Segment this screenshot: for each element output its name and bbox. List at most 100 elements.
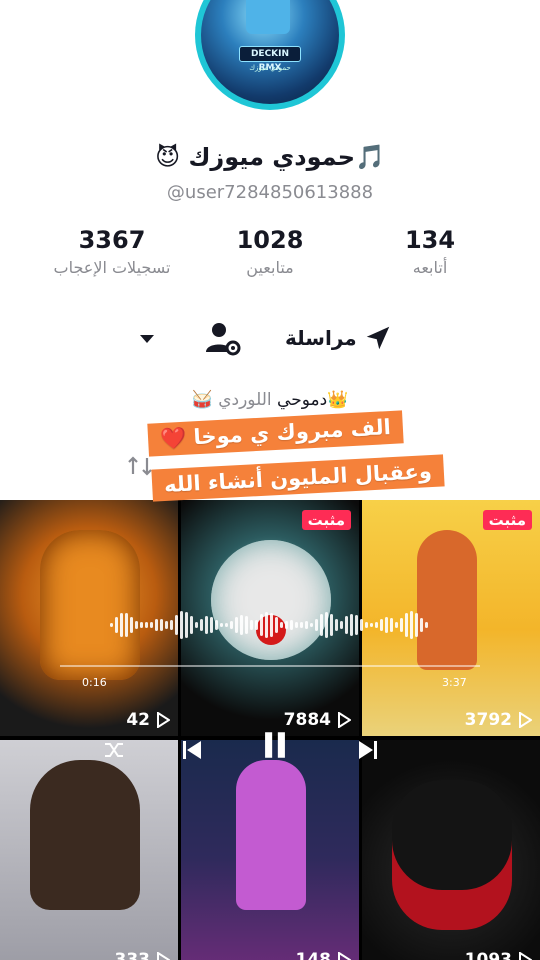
waveform-bar bbox=[320, 614, 323, 636]
avatar-figure-body bbox=[246, 0, 290, 34]
waveform-bar bbox=[200, 618, 203, 632]
stat-followers-value: 1028 bbox=[236, 226, 304, 254]
waveform-bar bbox=[245, 615, 248, 635]
waveform-bar bbox=[210, 617, 213, 633]
waveform-bar bbox=[240, 614, 243, 636]
waveform-bar bbox=[360, 619, 363, 631]
waveform-bar bbox=[180, 611, 183, 639]
play-icon bbox=[338, 952, 351, 960]
username: @user7284850613888 bbox=[166, 182, 374, 203]
profile-avatar[interactable]: DECKIN RMX حمودي ميوزك bbox=[195, 0, 345, 110]
waveform-bar bbox=[285, 620, 288, 630]
user-settings-button[interactable] bbox=[203, 318, 243, 358]
avatar-sub-text: حمودي ميوزك bbox=[249, 64, 291, 72]
cartoon-thumbnail-art bbox=[417, 530, 477, 670]
waveform-bar bbox=[275, 616, 278, 634]
audio-waveform bbox=[110, 610, 430, 640]
avatar-brand-text: DECKIN RMX bbox=[239, 46, 301, 73]
congrats-banner-line2: وعقبال المليون أنشاء الله bbox=[151, 454, 445, 502]
avatar-image: DECKIN RMX حمودي ميوزك bbox=[201, 0, 339, 104]
waveform-bar bbox=[120, 613, 123, 637]
waveform-bar bbox=[350, 613, 353, 637]
pause-icon[interactable] bbox=[258, 728, 292, 762]
waveform-bar bbox=[170, 619, 173, 631]
play-icon bbox=[157, 952, 170, 960]
view-count: 3792 bbox=[465, 710, 532, 730]
stat-following[interactable]: 134 أتابعه bbox=[345, 226, 515, 277]
waveform-bar bbox=[315, 618, 318, 632]
video-tile[interactable]: 1093 bbox=[362, 740, 540, 960]
waveform-bar bbox=[280, 621, 283, 629]
waveform-bar bbox=[390, 618, 393, 632]
stat-following-label: أتابعه bbox=[412, 258, 448, 277]
waveform-bar bbox=[355, 615, 358, 635]
profile-bio: 👑دموحي اللوردي 🥁 bbox=[0, 390, 540, 410]
play-icon bbox=[519, 952, 532, 960]
more-dropdown-button[interactable] bbox=[135, 326, 159, 350]
send-icon bbox=[366, 326, 389, 350]
video-tile[interactable]: 148 bbox=[181, 740, 359, 960]
waveform-bar bbox=[115, 616, 118, 634]
waveform-bar bbox=[250, 619, 253, 631]
waveform-bar bbox=[160, 618, 163, 632]
waveform-bar bbox=[140, 622, 143, 628]
waveform-bar bbox=[425, 622, 428, 628]
waveform-bar bbox=[340, 621, 343, 629]
user-gear-icon bbox=[206, 323, 241, 356]
stat-followers-label: متابعين bbox=[246, 258, 294, 277]
waveform-bar bbox=[260, 614, 263, 636]
play-icon bbox=[157, 712, 170, 728]
total-time: 3:37 bbox=[442, 676, 467, 689]
playback-progress-bar[interactable] bbox=[60, 665, 480, 667]
waveform-bar bbox=[190, 616, 193, 634]
bio-suffix: 🥁 bbox=[191, 390, 219, 410]
view-count: 333 bbox=[114, 950, 170, 960]
message-button-label: مراسلة bbox=[285, 326, 357, 350]
congrats-banner-line1: الف مبروك ي موخا ❤️ bbox=[147, 410, 404, 457]
waveform-bar bbox=[175, 614, 178, 636]
view-count-value: 1093 bbox=[464, 950, 512, 960]
view-count-value: 333 bbox=[114, 950, 151, 960]
waveform-bar bbox=[405, 612, 408, 638]
waveform-bar bbox=[165, 621, 168, 629]
skip-forward-icon[interactable] bbox=[356, 738, 380, 762]
pinned-badge: مثبت bbox=[482, 510, 532, 530]
waveform-bar bbox=[330, 613, 333, 637]
stat-followers[interactable]: 1028 متابعين bbox=[185, 226, 355, 277]
waveform-bar bbox=[410, 611, 413, 639]
video-tile[interactable]: 333 bbox=[0, 740, 178, 960]
waveform-bar bbox=[420, 618, 423, 632]
waveform-bar bbox=[225, 622, 228, 628]
view-count: 42 bbox=[126, 710, 170, 730]
waveform-bar bbox=[395, 622, 398, 628]
view-count-value: 148 bbox=[295, 950, 332, 960]
waveform-bar bbox=[215, 619, 218, 631]
waveform-bar bbox=[220, 622, 223, 628]
waveform-bar bbox=[295, 622, 298, 628]
waveform-bar bbox=[305, 620, 308, 630]
waveform-bar bbox=[345, 615, 348, 635]
view-count-value: 7884 bbox=[283, 710, 331, 730]
waveform-bar bbox=[185, 611, 188, 639]
profile-actions: مراسلة bbox=[0, 318, 540, 358]
waveform-bar bbox=[335, 618, 338, 632]
display-name: 🎵حمودي ميوزك 😈 bbox=[155, 143, 385, 171]
waveform-bar bbox=[300, 621, 303, 629]
waveform-bar bbox=[290, 620, 293, 630]
waveform-bar bbox=[195, 622, 198, 628]
waveform-bar bbox=[310, 622, 313, 628]
leopard-thumbnail-art bbox=[40, 530, 140, 680]
waveform-bar bbox=[235, 617, 238, 633]
skip-back-icon[interactable] bbox=[180, 738, 204, 762]
waveform-bar bbox=[365, 622, 368, 628]
elapsed-time: 0:16 bbox=[82, 676, 107, 689]
shuffle-icon[interactable] bbox=[102, 738, 126, 762]
waveform-bar bbox=[110, 623, 113, 627]
message-button[interactable]: مراسلة bbox=[285, 320, 393, 356]
view-count: 148 bbox=[295, 950, 351, 960]
view-count-value: 42 bbox=[126, 710, 150, 730]
person-thumbnail-art bbox=[30, 760, 140, 910]
stat-likes[interactable]: 3367 تسجيلات الإعجاب bbox=[27, 226, 197, 277]
stat-following-value: 134 bbox=[404, 226, 456, 254]
play-icon bbox=[338, 712, 351, 728]
